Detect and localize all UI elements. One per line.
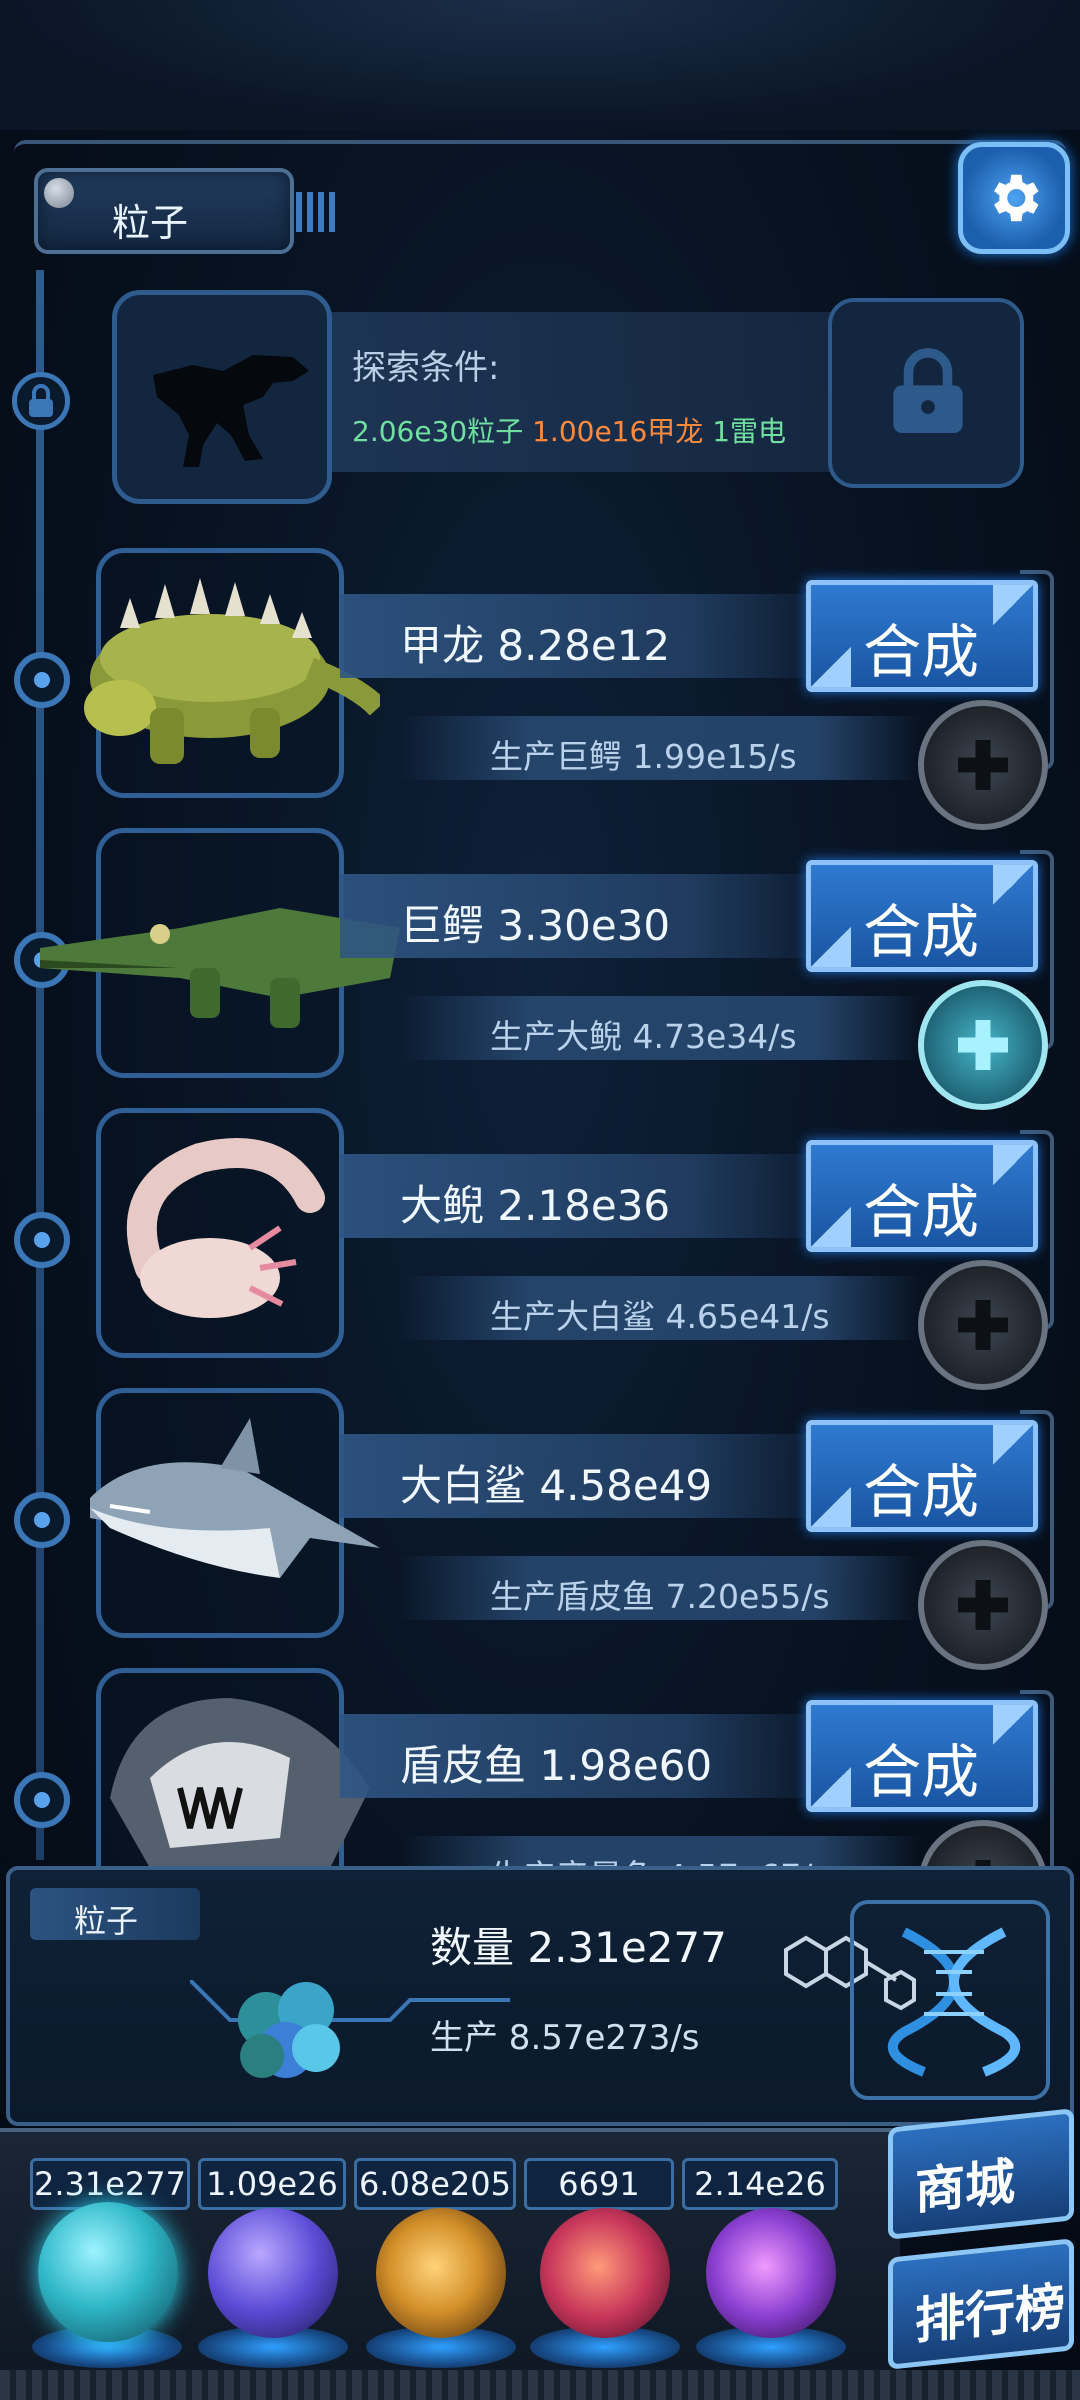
creature-name-bar: 甲龙 8.28e12 [340, 594, 840, 678]
combine-button[interactable]: 合成 [806, 1420, 1038, 1532]
combine-button-label: 合成 [863, 898, 980, 966]
upgrade-plus-button[interactable] [918, 700, 1048, 830]
particle-info-panel: 粒子 数量 2.31e277 生产 8.57e273/s [6, 1866, 1074, 2126]
plus-icon [958, 1020, 1008, 1070]
combine-button-label: 合成 [863, 1178, 980, 1246]
combine-button[interactable]: 合成 [806, 860, 1038, 972]
production-rate: 生产大白鲨 4.65e41/s [490, 1297, 830, 1336]
production-bar: 生产音晨鱼 4.57e67/s [400, 1836, 920, 1866]
production-rate: 生产音晨鱼 4.57e67/s [490, 1850, 830, 1866]
ranking-button[interactable]: 排行榜 [888, 2238, 1074, 2370]
salamander-image [126, 1138, 325, 1318]
explore-panel: 探索条件: 2.06e30粒子 1.00e16甲龙 1雷电 [112, 290, 1032, 504]
plus-icon [958, 1300, 1008, 1350]
ranking-button-label: 排行榜 [915, 2277, 1065, 2351]
creature-row-shark: 大白鲨 4.58e49 生产盾皮鱼 7.20e55/s 合成 [0, 1388, 1080, 1670]
production-bar: 生产巨鳄 1.99e15/s [400, 716, 920, 780]
shop-button[interactable]: 商城 [888, 2108, 1074, 2240]
creature-row-ankylosaurus: 甲龙 8.28e12 生产巨鳄 1.99e15/s 合成 [0, 548, 1080, 830]
creature-name-bar: 大鲵 2.18e36 [340, 1154, 840, 1238]
creature-row-placoderm: 盾皮鱼 1.98e60 生产音晨鱼 4.57e67/s 合成 [0, 1668, 1080, 1866]
resource-value-lightning: 1.09e26 [198, 2158, 346, 2210]
plus-icon [975, 1860, 991, 1866]
production-rate: 生产盾皮鱼 7.20e55/s [490, 1577, 830, 1616]
particle-tag: 粒子 [30, 1888, 200, 1940]
production-bar: 生产盾皮鱼 7.20e55/s [400, 1556, 920, 1620]
title-panel: 粒子 [34, 168, 294, 254]
starfield-background [0, 0, 1080, 130]
resource-value-brain: 6691 [524, 2158, 674, 2210]
settings-button[interactable] [958, 142, 1070, 254]
vortex-orb-icon[interactable] [706, 2208, 836, 2338]
production-rate: 生产巨鳄 1.99e15/s [490, 737, 797, 776]
requirement-particle: 2.06e30粒子 [352, 415, 524, 448]
plus-icon [958, 1580, 1008, 1630]
particle-orb-icon[interactable] [38, 2202, 178, 2342]
gear-icon [994, 174, 1039, 222]
trex-silhouette-icon [153, 355, 309, 467]
requirement-thunder: 1雷电 [712, 415, 787, 448]
resource-value-fire: 6.08e205 [354, 2158, 516, 2210]
creature-name-bar: 巨鳄 3.30e30 [340, 874, 840, 958]
upgrade-plus-button[interactable] [918, 980, 1048, 1110]
upgrade-plus-button[interactable] [918, 1540, 1048, 1670]
resource-dock: 2.31e277 1.09e26 6.08e205 6691 2.14e26 商… [0, 2098, 1080, 2400]
shop-button-label: 商城 [915, 2152, 1015, 2221]
dna-icon [887, 1927, 1021, 2077]
brain-orb-icon[interactable] [540, 2208, 670, 2338]
explore-lock-button[interactable] [828, 298, 1024, 488]
locked-creature-frame [112, 290, 332, 504]
header: 粒子 [14, 130, 1070, 270]
combine-button-label: 合成 [863, 1458, 980, 1526]
bolt-icon [44, 178, 74, 208]
particle-count: 数量 2.31e277 [430, 1923, 727, 1972]
explore-condition-label: 探索条件: [352, 348, 500, 388]
combine-button-label: 合成 [863, 1738, 980, 1806]
lightning-orb-icon[interactable] [208, 2208, 338, 2338]
creature-name: 巨鳄 3.30e30 [400, 901, 671, 950]
rail-lock-icon [12, 372, 70, 430]
explore-requirements: 2.06e30粒子 1.00e16甲龙 1雷电 [352, 410, 786, 450]
production-rate: 生产大鲵 4.73e34/s [490, 1017, 797, 1056]
creature-name-bar: 盾皮鱼 1.98e60 [340, 1714, 840, 1798]
dna-button[interactable] [850, 1900, 1050, 2100]
production-bar: 生产大鲵 4.73e34/s [400, 996, 920, 1060]
combine-button-label: 合成 [863, 618, 980, 686]
particle-atom-icon [238, 1982, 340, 2078]
combine-button[interactable]: 合成 [806, 1140, 1038, 1252]
stripe-decoration [296, 192, 336, 232]
page-title: 粒子 [112, 201, 189, 245]
creature-name: 大鲵 2.18e36 [400, 1181, 671, 1230]
ankylosaurus-image [84, 578, 380, 764]
creature-row-crocodile: 巨鳄 3.30e30 生产大鲵 4.73e34/s 合成 [0, 828, 1080, 1110]
combine-button[interactable]: 合成 [806, 1700, 1038, 1812]
creature-name-bar: 大白鲨 4.58e49 [340, 1434, 840, 1518]
creature-name: 大白鲨 4.58e49 [400, 1461, 713, 1510]
resource-value-vortex: 2.14e26 [682, 2158, 838, 2210]
fire-orb-icon[interactable] [376, 2208, 506, 2338]
creature-name: 盾皮鱼 1.98e60 [400, 1741, 713, 1790]
production-bar: 生产大白鲨 4.65e41/s [400, 1276, 920, 1340]
lock-icon [893, 348, 963, 433]
particle-production-rate: 生产 8.57e273/s [430, 2018, 700, 2058]
bottom-decoration-strip [0, 2370, 1080, 2400]
plus-icon [958, 740, 1008, 790]
combine-button[interactable]: 合成 [806, 580, 1038, 692]
creature-name: 甲龙 8.28e12 [400, 621, 671, 670]
particle-tag-label: 粒子 [74, 1902, 139, 1940]
requirement-ankylosaurus: 1.00e16甲龙 [532, 415, 704, 448]
upgrade-plus-button[interactable] [918, 1260, 1048, 1390]
creature-row-salamander: 大鲵 2.18e36 生产大白鲨 4.65e41/s 合成 [0, 1108, 1080, 1390]
